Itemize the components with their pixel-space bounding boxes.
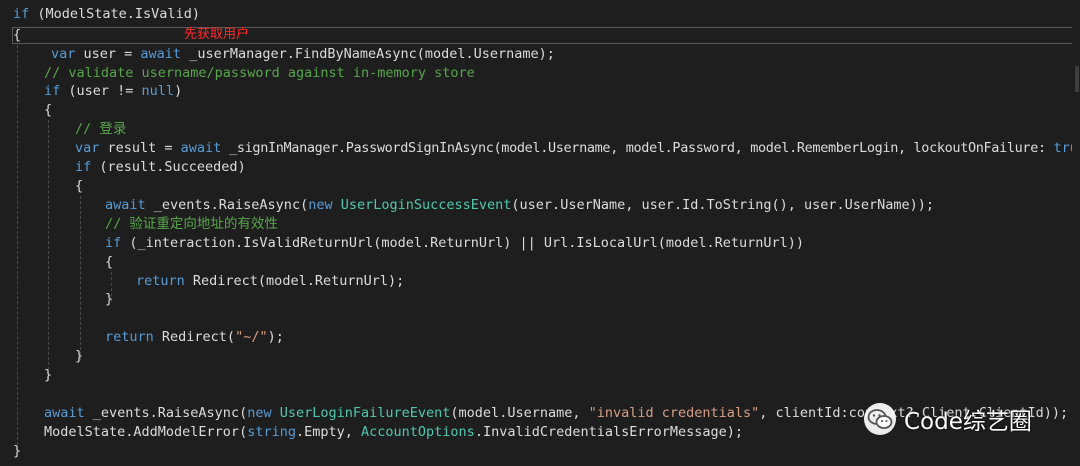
code-line[interactable]: // 验证重定向地址的有效性 <box>105 215 1080 234</box>
code-line[interactable]: // validate username/password against in… <box>44 64 1080 83</box>
comment: // 验证重定向地址的有效性 <box>105 216 278 232</box>
code-text: _signInManager.PasswordSignInAsync(model… <box>221 140 1054 156</box>
keyword: return <box>105 329 154 345</box>
brace: { <box>13 27 22 43</box>
code-text: (result.Succeeded) <box>91 159 246 175</box>
annotation-text: 先获取用户 <box>184 27 250 42</box>
brace: { <box>105 254 114 270</box>
keyword: await <box>44 405 85 421</box>
keyword: var <box>75 140 100 156</box>
code-line[interactable]: return Redirect("~/"); <box>105 328 1080 347</box>
code-line[interactable]: if (_interaction.IsValidReturnUrl(model.… <box>105 234 1080 253</box>
code-line[interactable]: } <box>75 347 1080 366</box>
code-text: (model.Username, <box>450 405 589 421</box>
keyword: await <box>105 197 146 213</box>
code-text: .InvalidCredentialsErrorMessage); <box>474 424 744 440</box>
code-line[interactable]: var user = await _userManager.FindByName… <box>51 45 1080 64</box>
brace: } <box>105 291 114 307</box>
keyword: var <box>51 46 76 62</box>
comment: // 登录 <box>75 121 127 137</box>
code-text: ) <box>174 83 183 99</box>
watermark-text: Code综艺圈 <box>904 409 1032 435</box>
code-text: .Empty, <box>295 424 362 440</box>
code-text: result = <box>99 140 181 156</box>
code-text: Redirect( <box>153 329 236 345</box>
brace: } <box>13 443 22 459</box>
keyword: if <box>44 83 61 99</box>
watermark: Code综艺圈 <box>864 398 1054 440</box>
type-name: AccountOptions <box>361 424 475 440</box>
code-line[interactable]: } <box>105 290 1080 309</box>
type-name: UserLoginFailureEvent <box>279 405 451 421</box>
brace: } <box>75 348 84 364</box>
keyword: new <box>308 197 333 213</box>
scrollbar-thumb[interactable] <box>1075 66 1079 92</box>
keyword: null <box>141 83 175 99</box>
code-line[interactable]: { <box>13 26 1080 45</box>
code-line[interactable]: if (result.Succeeded) <box>75 158 1080 177</box>
keyword: if <box>75 159 92 175</box>
code-text: (ModelState.IsValid) <box>29 6 200 22</box>
code-line[interactable]: { <box>75 177 1080 196</box>
keyword: if <box>13 6 30 22</box>
code-line[interactable]: { <box>44 101 1080 120</box>
indent-guide <box>17 45 18 445</box>
type-name: UserLoginSuccessEvent <box>340 197 512 213</box>
code-text: (user != <box>60 83 142 99</box>
code-text: (_interaction.IsValidReturnUrl(model.Ret… <box>121 235 804 251</box>
code-line[interactable]: } <box>13 442 1080 461</box>
string-literal: "invalid credentials" <box>588 405 760 421</box>
code-text: _events.RaiseAsync( <box>145 197 309 213</box>
string-literal: "~/" <box>235 329 268 345</box>
keyword: if <box>105 235 122 251</box>
code-line[interactable]: } <box>44 366 1080 385</box>
code-text: Redirect(model.ReturnUrl); <box>184 273 405 289</box>
keyword: await <box>140 46 182 62</box>
code-line[interactable]: // 登录 <box>75 120 1080 139</box>
indent-guide <box>80 196 81 360</box>
keyword: await <box>180 140 222 156</box>
code-line[interactable]: if (ModelState.IsValid) <box>13 5 1080 24</box>
code-line[interactable]: await _events.RaiseAsync(new UserLoginSu… <box>105 196 1080 215</box>
keyword: return <box>136 273 185 289</box>
brace: { <box>75 178 84 194</box>
vertical-scrollbar[interactable] <box>1072 0 1080 466</box>
brace: { <box>44 102 53 118</box>
comment: // validate username/password against in… <box>44 65 475 81</box>
code-line[interactable]: if (user != null) <box>44 82 1080 101</box>
code-text: _userManager.FindByNameAsync(model.Usern… <box>181 46 555 62</box>
code-editor[interactable]: if (ModelState.IsValid) { var user = awa… <box>0 0 1080 466</box>
code-text: (user.UserName, user.Id.ToString(), user… <box>511 197 935 213</box>
code-line[interactable]: { <box>105 253 1080 272</box>
keyword: string <box>247 424 296 440</box>
code-text: user = <box>75 46 141 62</box>
code-text: ); <box>267 329 284 345</box>
keyword: new <box>247 405 272 421</box>
code-line[interactable]: var result = await _signInManager.Passwo… <box>75 139 1075 158</box>
code-line[interactable]: return Redirect(model.ReturnUrl); <box>136 272 1080 291</box>
brace: } <box>44 367 53 383</box>
indent-guide <box>48 120 49 380</box>
wechat-icon <box>864 403 896 435</box>
code-text: ModelState.AddModelError( <box>44 424 248 440</box>
code-text: _events.RaiseAsync( <box>84 405 248 421</box>
